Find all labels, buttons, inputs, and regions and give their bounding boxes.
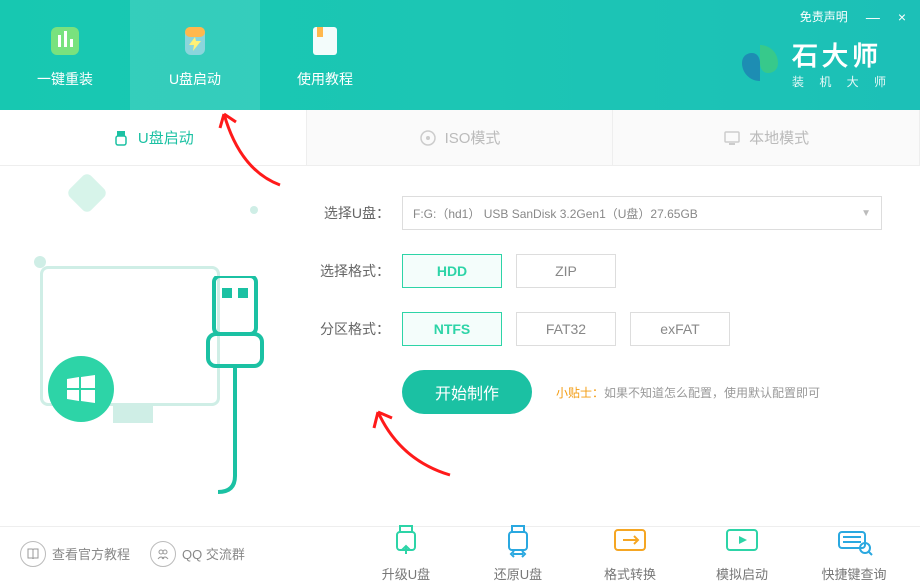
iso-icon: [419, 129, 437, 147]
window-controls: 免责声明 — ×: [800, 8, 906, 25]
disclaimer-link[interactable]: 免责声明: [800, 8, 848, 25]
tool-hotkey-lookup[interactable]: 快捷键查询: [808, 524, 900, 583]
chevron-down-icon: ▼: [861, 208, 871, 219]
tool-simulate-boot[interactable]: 模拟启动: [696, 524, 788, 583]
tool-label: 升级U盘: [382, 564, 430, 583]
partition-label: 分区格式：: [310, 319, 390, 339]
disk-label: 选择U盘：: [310, 203, 390, 223]
brand: 石大师 装 机 大 师: [738, 36, 892, 90]
nav-item-reinstall[interactable]: 一键重装: [0, 0, 130, 110]
reinstall-icon: [45, 21, 85, 61]
restore-usb-icon: [499, 524, 537, 558]
tutorial-link[interactable]: 查看官方教程: [20, 541, 130, 567]
format-option-zip[interactable]: ZIP: [516, 254, 616, 288]
book-icon: [20, 541, 46, 567]
main-content: 选择U盘： F:G:（hd1） USB SanDisk 3.2Gen1（U盘）2…: [0, 166, 920, 526]
tool-label: 格式转换: [604, 564, 656, 583]
nav-label: U盘启动: [169, 69, 221, 89]
tab-usb-boot[interactable]: U盘启动: [0, 110, 307, 165]
tab-iso-mode[interactable]: ISO模式: [307, 110, 614, 165]
tool-label: 模拟启动: [716, 564, 768, 583]
hotkey-icon: [835, 524, 873, 558]
tutorial-icon: [305, 21, 345, 61]
monitor-icon: [723, 129, 741, 147]
people-icon: [150, 541, 176, 567]
usb-icon: [112, 129, 130, 147]
nav-label: 使用教程: [297, 69, 353, 89]
start-button[interactable]: 开始制作: [402, 370, 532, 414]
upgrade-usb-icon: [387, 524, 425, 558]
tool-upgrade-usb[interactable]: 升级U盘: [360, 524, 452, 583]
nav-item-usb-boot[interactable]: U盘启动: [130, 0, 260, 110]
nav-item-tutorial[interactable]: 使用教程: [260, 0, 390, 110]
config-form: 选择U盘： F:G:（hd1） USB SanDisk 3.2Gen1（U盘）2…: [300, 166, 920, 526]
simulate-boot-icon: [723, 524, 761, 558]
format-label: 选择格式：: [310, 261, 390, 281]
windows-icon: [48, 356, 114, 422]
nav-label: 一键重装: [37, 69, 93, 89]
brand-logo-icon: [738, 41, 782, 85]
titlebar: 免责声明 — × 石大师 装 机 大 师 一键重装 U盘启动: [0, 0, 920, 110]
footer-label: QQ 交流群: [182, 544, 245, 563]
partition-option-exfat[interactable]: exFAT: [630, 312, 730, 346]
tool-restore-usb[interactable]: 还原U盘: [472, 524, 564, 583]
tab-local-mode[interactable]: 本地模式: [613, 110, 920, 165]
disk-select[interactable]: F:G:（hd1） USB SanDisk 3.2Gen1（U盘）27.65GB…: [402, 196, 882, 230]
brand-title: 石大师: [792, 36, 892, 73]
format-option-hdd[interactable]: HDD: [402, 254, 502, 288]
tool-label: 快捷键查询: [821, 564, 886, 583]
disk-value: F:G:（hd1） USB SanDisk 3.2Gen1（U盘）27.65GB: [413, 205, 698, 222]
usb-plug-icon: [200, 276, 270, 496]
brand-subtitle: 装 机 大 师: [792, 73, 892, 90]
tab-label: 本地模式: [749, 127, 809, 148]
usb-boot-icon: [175, 21, 215, 61]
qq-group-link[interactable]: QQ 交流群: [150, 541, 245, 567]
format-convert-icon: [611, 524, 649, 558]
main-nav: 一键重装 U盘启动 使用教程: [0, 0, 390, 110]
tab-label: ISO模式: [445, 127, 501, 148]
partition-option-ntfs[interactable]: NTFS: [402, 312, 502, 346]
tip-text: 小贴士：如果不知道怎么配置，使用默认配置即可: [556, 384, 820, 401]
mode-tabs: U盘启动 ISO模式 本地模式: [0, 110, 920, 166]
footer-label: 查看官方教程: [52, 544, 130, 563]
close-button[interactable]: ×: [898, 9, 906, 25]
illustration: [0, 166, 300, 526]
minimize-button[interactable]: —: [866, 9, 880, 25]
tool-format-convert[interactable]: 格式转换: [584, 524, 676, 583]
footer: 查看官方教程 QQ 交流群 升级U盘 还原U盘 格式转换: [0, 526, 920, 580]
tool-label: 还原U盘: [494, 564, 542, 583]
partition-option-fat32[interactable]: FAT32: [516, 312, 616, 346]
tab-label: U盘启动: [138, 127, 194, 148]
